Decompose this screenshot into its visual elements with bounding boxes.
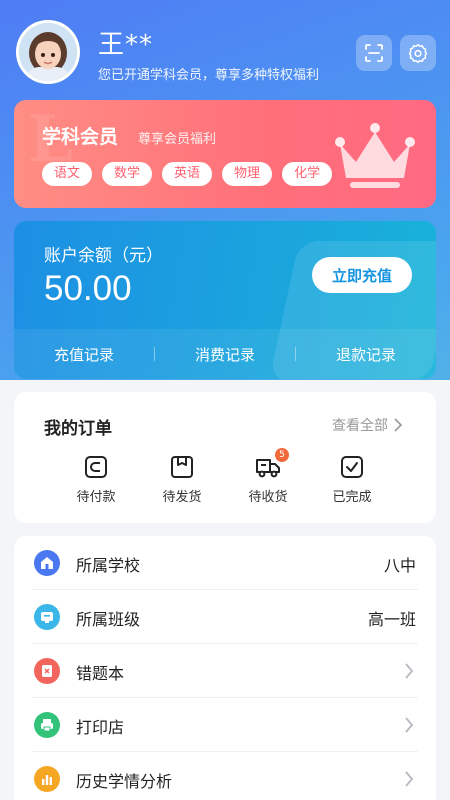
chevron-right-icon <box>405 771 414 787</box>
spending-records-link[interactable]: 消费记录 <box>155 344 295 365</box>
membership-subtitle: 尊享会员福利 <box>138 132 217 147</box>
balance-links-bar: 充值记录 消费记录 退款记录 <box>14 329 436 379</box>
refund-records-link[interactable]: 退款记录 <box>296 344 436 365</box>
order-status-label: 待付款 <box>76 490 116 505</box>
order-pending-shipment[interactable]: 待发货 <box>144 454 220 510</box>
balance-amount: 50.00 <box>44 269 132 308</box>
menu-item-learning-analysis[interactable]: 历史学情分析 <box>32 752 418 800</box>
school-icon <box>34 550 60 576</box>
menu-item-school[interactable]: 所属学校 八中 <box>32 536 418 590</box>
menu-item-print-shop[interactable]: 打印店 <box>32 698 418 752</box>
membership-card[interactable]: L 学科会员 尊享会员福利 语文 数学 英语 物理 化学 <box>14 100 436 208</box>
view-all-label: 查看全部 <box>332 418 388 434</box>
menu-item-value: 高一班 <box>367 610 416 629</box>
subject-tag[interactable]: 语文 <box>42 162 93 186</box>
settings-button[interactable] <box>400 35 436 71</box>
order-count-badge: 5 <box>275 448 289 462</box>
balance-label: 账户余额（元） <box>44 246 163 266</box>
order-status-label: 待发货 <box>162 490 202 505</box>
profile-header: 王** 您已开通学科会员，尊享多种特权福利 <box>0 0 450 100</box>
view-all-orders-link[interactable]: 查看全部 <box>332 415 404 435</box>
menu-item-mistake-notebook[interactable]: 错题本 <box>32 644 418 698</box>
menu-item-label: 所属班级 <box>76 610 141 629</box>
orders-card: 我的订单 查看全部 待付款 待发货 5 待收货 已完成 <box>14 392 436 523</box>
subject-tag[interactable]: 英语 <box>162 162 213 186</box>
recharge-records-link[interactable]: 充值记录 <box>14 344 154 365</box>
notebook-icon <box>34 658 60 684</box>
menu-item-class[interactable]: 所属班级 高一班 <box>32 590 418 644</box>
subject-tag[interactable]: 化学 <box>282 162 333 186</box>
menu-item-label: 所属学校 <box>76 556 141 575</box>
class-icon <box>34 604 60 630</box>
menu-item-value: 八中 <box>383 556 416 575</box>
settings-icon <box>408 44 428 63</box>
printer-icon <box>34 712 60 738</box>
order-status-label: 待收货 <box>248 490 288 505</box>
balance-card: 账户余额（元） 50.00 立即充值 充值记录 消费记录 退款记录 <box>14 221 436 379</box>
order-pending-payment[interactable]: 待付款 <box>58 454 134 510</box>
membership-status-text: 您已开通学科会员，尊享多种特权福利 <box>98 68 320 83</box>
settings-menu-list: 所属学校 八中 所属班级 高一班 错题本 打印店 历史学情分析 <box>14 536 436 800</box>
membership-title: 学科会员 <box>42 126 119 148</box>
chevron-right-icon <box>394 418 403 432</box>
chart-icon <box>34 766 60 792</box>
menu-item-label: 错题本 <box>76 664 125 683</box>
avatar-image <box>19 23 77 81</box>
chevron-right-icon <box>405 663 414 679</box>
user-name: 王** <box>98 30 154 60</box>
subject-tag-list: 语文 数学 英语 物理 化学 <box>42 162 338 188</box>
menu-item-label: 打印店 <box>76 718 125 737</box>
subject-tag[interactable]: 数学 <box>102 162 153 186</box>
order-pending-receipt[interactable]: 5 待收货 <box>230 448 306 510</box>
avatar[interactable] <box>16 20 80 84</box>
check-square-icon <box>341 456 363 478</box>
subject-tag[interactable]: 物理 <box>222 162 273 186</box>
menu-item-label: 历史学情分析 <box>76 772 173 791</box>
package-icon <box>171 456 193 478</box>
orders-title: 我的订单 <box>44 419 112 439</box>
chevron-right-icon <box>405 717 414 733</box>
order-status-label: 已完成 <box>332 490 372 505</box>
scan-button[interactable] <box>356 35 392 71</box>
scan-icon <box>365 44 383 62</box>
recharge-button[interactable]: 立即充值 <box>312 257 412 293</box>
crown-icon <box>335 123 415 188</box>
wallet-icon <box>85 456 107 478</box>
order-completed[interactable]: 已完成 <box>314 454 390 510</box>
